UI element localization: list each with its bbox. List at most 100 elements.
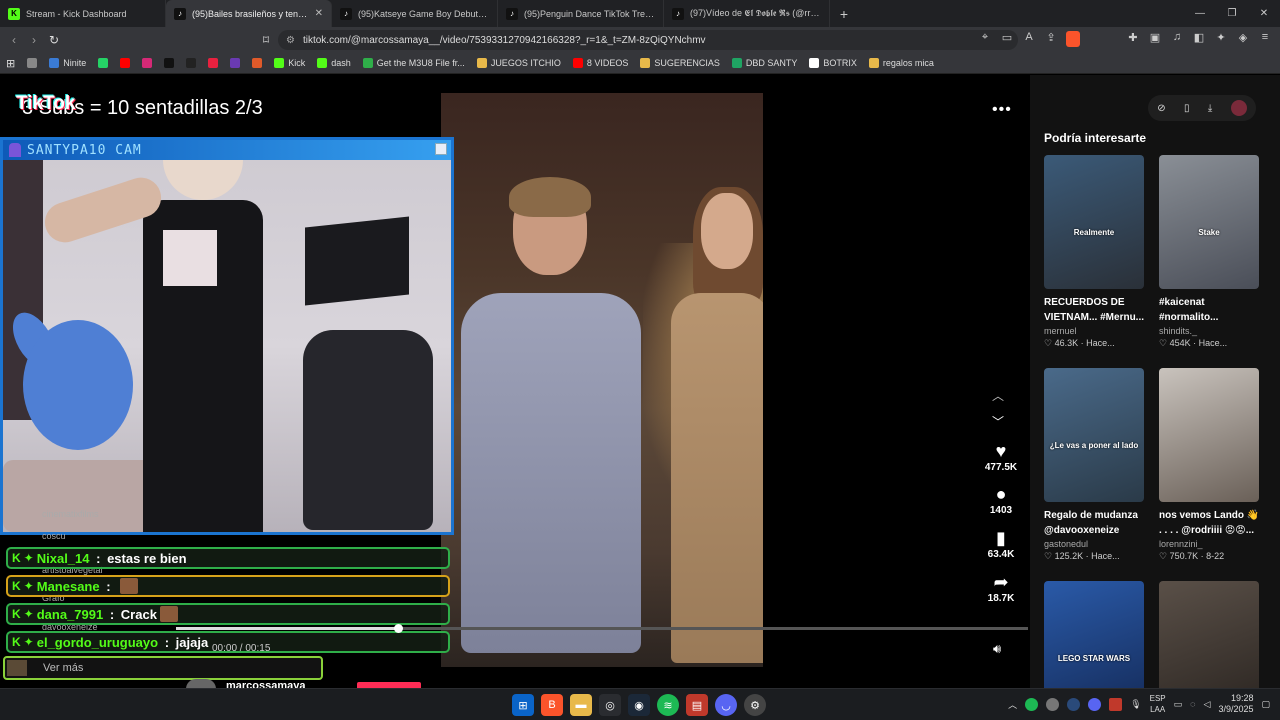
recommended-video-card[interactable]: Stake #kaicenat #normalito... shindits._… bbox=[1159, 155, 1261, 349]
close-window-icon[interactable]: ✕ bbox=[1248, 0, 1280, 27]
card-title[interactable]: #kaicenat #normalito... bbox=[1159, 295, 1261, 325]
leo-icon[interactable]: ✦ bbox=[1214, 31, 1228, 50]
wallet-icon[interactable]: ▣ bbox=[1148, 31, 1162, 50]
obs-icon[interactable]: ◎ bbox=[599, 694, 621, 716]
start-icon[interactable]: ⊞ bbox=[512, 694, 534, 716]
spotify-icon[interactable]: ≋ bbox=[657, 694, 679, 716]
previous-video-icon[interactable]: ︿ bbox=[992, 387, 1004, 404]
video-thumbnail[interactable] bbox=[1159, 368, 1259, 502]
file-explorer-icon[interactable]: ▬ bbox=[570, 694, 592, 716]
device-icon[interactable]: ▯ bbox=[1184, 103, 1190, 114]
browser-tab[interactable]: ♪ (95)Katseye Game Boy Debut: Level U bbox=[332, 0, 498, 27]
steam-icon[interactable]: ◉ bbox=[628, 694, 650, 716]
tray-discord-icon[interactable] bbox=[1088, 697, 1102, 711]
like-action[interactable]: ♥ 477.5K bbox=[978, 440, 1024, 473]
new-tab-button[interactable]: + bbox=[830, 0, 858, 27]
video-thumbnail[interactable]: Stake bbox=[1159, 155, 1259, 289]
url-bar[interactable]: ⚙ tiktok.com/@marcossamaya__/video/75393… bbox=[278, 30, 1018, 50]
mic-icon[interactable]: 🎙︎ bbox=[1130, 699, 1141, 710]
restore-icon[interactable]: ❐ bbox=[1216, 0, 1248, 27]
tray-red-icon[interactable] bbox=[1109, 697, 1123, 711]
reload-icon[interactable]: ↻ bbox=[44, 33, 64, 47]
comment-action[interactable]: ● 1403 bbox=[978, 483, 1024, 516]
browser-tab[interactable]: ♪ (95)Bailes brasileños y tendencia ✕ bbox=[166, 0, 332, 27]
bookmark-page-icon[interactable]: ⌑ bbox=[256, 33, 276, 47]
music-icon[interactable]: ♫ bbox=[1170, 31, 1184, 50]
minimize-icon[interactable]: — bbox=[1184, 0, 1216, 27]
settings-app-icon[interactable]: ⚙ bbox=[744, 694, 766, 716]
card-title[interactable]: Regalo de mudanza @davooxeneize bbox=[1044, 508, 1146, 538]
tiktok-logo[interactable]: TikTok bbox=[16, 93, 75, 115]
bookmark-item[interactable] bbox=[164, 58, 175, 68]
browser-tab[interactable]: ♪ (97)Vídeo de 𝕰𝖑 𝕯𝖔𝖇𝖑𝖊 𝕽𝖘 (@rroman bbox=[664, 0, 830, 27]
card-author[interactable]: lorennzini_ bbox=[1159, 539, 1261, 549]
extensions-icon[interactable]: ✚ bbox=[1126, 31, 1140, 50]
recommended-video-card[interactable]: ¿Le vas a poner al lado Regalo de mudanz… bbox=[1044, 368, 1146, 562]
comment-icon[interactable]: ● bbox=[978, 483, 1024, 505]
discord-icon[interactable]: ◡ bbox=[715, 694, 737, 716]
bookmark-item[interactable]: Get the M3U8 File fr... bbox=[362, 58, 465, 68]
bookmark-item[interactable] bbox=[252, 58, 263, 68]
card-title[interactable]: nos vemos Lando 👋 . . . . @rodriiii 😡😡..… bbox=[1159, 508, 1261, 538]
bookmark-item[interactable]: regalos mica bbox=[868, 58, 934, 68]
bookmark-item[interactable] bbox=[142, 58, 153, 68]
bookmark-item[interactable] bbox=[98, 58, 109, 68]
bookmark-item[interactable]: JUEGOS ITCHIO bbox=[476, 58, 561, 68]
download-icon[interactable]: ⤓ bbox=[1208, 103, 1212, 114]
like-icon[interactable]: ♥ bbox=[978, 440, 1024, 462]
forward-icon[interactable]: › bbox=[24, 33, 44, 47]
input-language[interactable]: ESP LAA bbox=[1150, 693, 1166, 715]
sidebar-icon[interactable]: ◧ bbox=[1192, 31, 1206, 50]
menu-icon[interactable]: ≡ bbox=[1258, 31, 1272, 50]
clock[interactable]: 19:28 3/9/2025 bbox=[1218, 693, 1253, 715]
bookmark-item[interactable]: 8 VIDEOS bbox=[572, 58, 628, 68]
profile-avatar[interactable] bbox=[1230, 100, 1247, 116]
network-icon[interactable]: ◌ bbox=[1190, 699, 1195, 709]
tray-spotify-icon[interactable] bbox=[1025, 697, 1039, 711]
bookmark-item[interactable]: Ninite bbox=[49, 58, 86, 68]
tray-steam-icon[interactable] bbox=[1067, 697, 1081, 711]
cast-icon[interactable]: ▭ bbox=[1000, 31, 1014, 50]
translate-icon[interactable]: ⌖ bbox=[978, 31, 992, 50]
share-icon[interactable]: ➦ bbox=[978, 571, 1024, 593]
bookmark-item[interactable]: BOTRIX bbox=[809, 58, 857, 68]
bookmark-item[interactable] bbox=[208, 58, 219, 68]
apps-grid-icon[interactable]: ⊞ bbox=[6, 57, 15, 70]
bookmark-item[interactable]: SUGERENCIAS bbox=[640, 58, 720, 68]
app-icon[interactable]: ▤ bbox=[686, 694, 708, 716]
bookmark-item[interactable]: Kick bbox=[274, 58, 305, 68]
card-author[interactable]: gastonedul bbox=[1044, 539, 1146, 549]
bookmark-action[interactable]: ▮ 63.4K bbox=[978, 527, 1024, 560]
bookmark-item[interactable] bbox=[186, 58, 197, 68]
video-progress-bar[interactable] bbox=[176, 624, 1028, 633]
bookmark-icon[interactable]: ▮ bbox=[978, 527, 1024, 549]
recommended-video-card[interactable]: Realmente RECUERDOS DE VIETNAM... #Mernu… bbox=[1044, 155, 1146, 349]
site-info-icon[interactable]: ⚙ bbox=[286, 35, 295, 46]
tray-overflow-icon[interactable]: ︿ bbox=[1008, 698, 1017, 711]
pip-icon[interactable]: ⊘ bbox=[1157, 103, 1165, 114]
video-frame[interactable] bbox=[441, 93, 763, 667]
back-icon[interactable]: ‹ bbox=[4, 33, 24, 47]
display-icon[interactable]: ▭ bbox=[1174, 699, 1183, 710]
see-more-button[interactable]: Ver más bbox=[3, 656, 323, 680]
speaker-icon[interactable]: ◁ bbox=[1204, 699, 1211, 710]
language-icon[interactable]: A bbox=[1022, 31, 1036, 50]
brave-shield-icon[interactable] bbox=[1066, 31, 1080, 50]
card-title[interactable]: RECUERDOS DE VIETNAM... #Mernu... bbox=[1044, 295, 1146, 325]
card-author[interactable]: mernuel bbox=[1044, 326, 1146, 336]
notifications-icon[interactable]: ▢ bbox=[1261, 699, 1270, 710]
next-video-icon[interactable]: ﹀ bbox=[992, 413, 1004, 430]
bookmark-item[interactable]: DBD SANTY bbox=[731, 58, 797, 68]
video-thumbnail[interactable]: Realmente bbox=[1044, 155, 1144, 289]
video-player[interactable]: 3 Subs = 10 sentadillas 2/3 TikTok SANTY… bbox=[0, 75, 1030, 692]
brave-icon[interactable]: B bbox=[541, 694, 563, 716]
volume-icon[interactable]: 🔊︎ bbox=[993, 641, 1001, 657]
bookmark-item[interactable] bbox=[230, 58, 241, 68]
browser-tab[interactable]: ♪ (95)Penguin Dance TikTok Trend Cor bbox=[498, 0, 664, 27]
card-author[interactable]: shindits._ bbox=[1159, 326, 1261, 336]
progress-knob[interactable] bbox=[393, 624, 403, 633]
more-options-icon[interactable]: ••• bbox=[992, 101, 1012, 119]
bookmark-item[interactable] bbox=[120, 58, 131, 68]
browser-tab[interactable]: K Stream - Kick Dashboard bbox=[0, 0, 166, 27]
recommended-video-card[interactable]: nos vemos Lando 👋 . . . . @rodriiii 😡😡..… bbox=[1159, 368, 1261, 562]
